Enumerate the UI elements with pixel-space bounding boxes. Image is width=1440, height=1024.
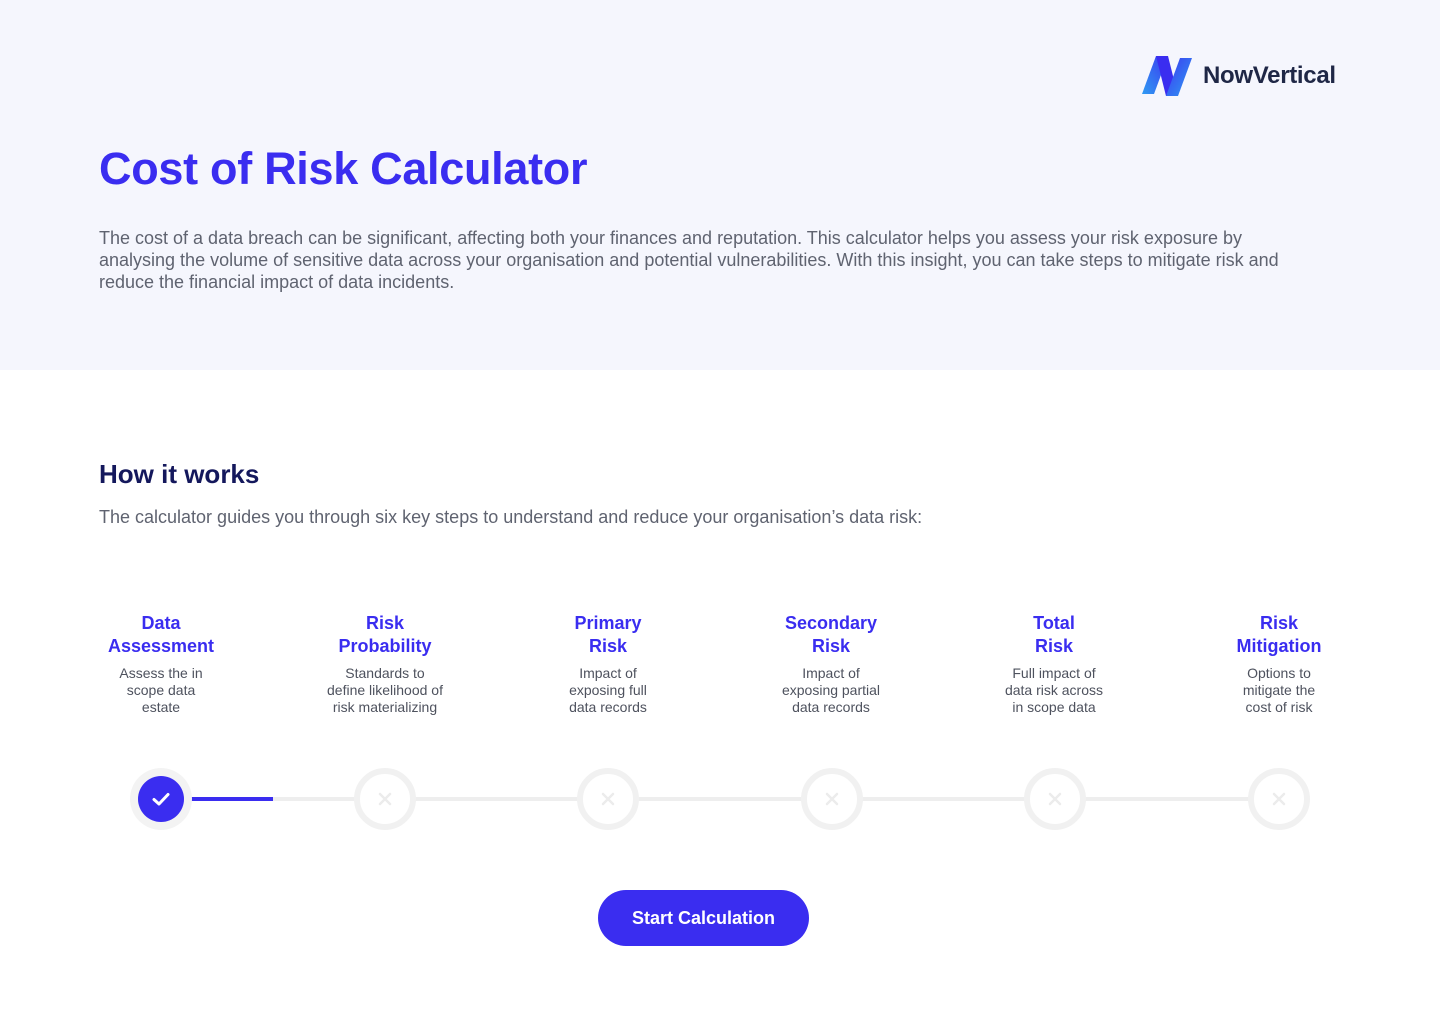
check-icon [152, 793, 170, 806]
step-description: Impact of exposing partial data records [781, 665, 881, 715]
step-node-data-assessment [130, 768, 192, 830]
step-title: Data Assessment [107, 613, 215, 656]
page-title: Cost of Risk Calculator [99, 143, 588, 194]
how-it-works-subtitle: The calculator guides you through six ke… [99, 507, 923, 527]
how-it-works-heading: How it works [99, 459, 260, 489]
step-node-total-risk [1024, 768, 1086, 830]
step-description: Assess the in scope data estate [119, 665, 203, 715]
start-calculation-button[interactable]: Start Calculation [598, 890, 809, 946]
step-title: Risk Probability [338, 613, 432, 656]
step-node-risk-probability [354, 768, 416, 830]
hero-section: NowVertical Cost of Risk Calculator The … [0, 0, 1440, 370]
step-description: Options to mitigate the cost of risk [1242, 665, 1316, 715]
step-risk-probability: Risk Probability Standards to define lik… [290, 612, 480, 716]
step-primary-risk: Primary Risk Impact of exposing full dat… [513, 612, 703, 716]
x-icon [1048, 792, 1062, 806]
progress-track [161, 797, 1279, 801]
x-icon [1272, 792, 1286, 806]
step-description: Impact of exposing full data records [569, 665, 647, 715]
brand-logo[interactable]: NowVertical [1140, 54, 1336, 98]
x-icon [601, 792, 615, 806]
x-icon [825, 792, 839, 806]
step-description: Standards to define likelihood of risk m… [327, 665, 443, 715]
step-title: Risk Mitigation [1236, 613, 1322, 656]
brand-name: NowVertical [1203, 62, 1336, 89]
step-total-risk: Total Risk Full impact of data risk acro… [959, 612, 1149, 716]
x-icon [378, 792, 392, 806]
step-node-risk-mitigation [1248, 768, 1310, 830]
step-node-secondary-risk [801, 768, 863, 830]
step-title: Total Risk [1033, 613, 1075, 656]
step-risk-mitigation: Risk Mitigation Options to mitigate the … [1184, 612, 1374, 716]
step-description: Full impact of data risk across in scope… [1004, 665, 1104, 715]
step-data-assessment: Data Assessment Assess the in scope data… [66, 612, 256, 716]
step-title: Primary Risk [574, 613, 642, 656]
nowvertical-n-logo-icon [1142, 56, 1192, 96]
step-secondary-risk: Secondary Risk Impact of exposing partia… [736, 612, 926, 716]
intro-paragraph: The cost of a data breach can be signifi… [99, 228, 1279, 292]
step-title: Secondary Risk [784, 613, 878, 656]
step-node-primary-risk [577, 768, 639, 830]
